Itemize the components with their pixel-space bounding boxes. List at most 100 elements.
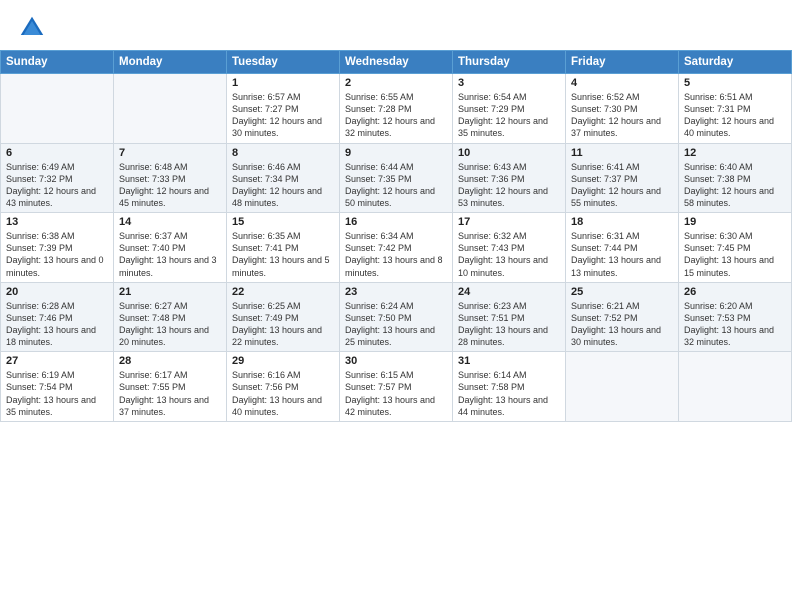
day-info: Sunrise: 6:40 AMSunset: 7:38 PMDaylight:…	[684, 161, 786, 210]
calendar-day-cell: 17 Sunrise: 6:32 AMSunset: 7:43 PMDayligh…	[453, 213, 566, 283]
day-info: Sunrise: 6:54 AMSunset: 7:29 PMDaylight:…	[458, 91, 560, 140]
calendar-day-cell: 7 Sunrise: 6:48 AMSunset: 7:33 PMDaylight…	[114, 143, 227, 213]
day-number: 2	[345, 77, 447, 89]
calendar-week-row: 13 Sunrise: 6:38 AMSunset: 7:39 PMDayligh…	[1, 213, 792, 283]
calendar-day-cell: 25 Sunrise: 6:21 AMSunset: 7:52 PMDayligh…	[566, 282, 679, 352]
day-number: 30	[345, 355, 447, 367]
day-info: Sunrise: 6:46 AMSunset: 7:34 PMDaylight:…	[232, 161, 334, 210]
day-info: Sunrise: 6:35 AMSunset: 7:41 PMDaylight:…	[232, 230, 334, 279]
day-info: Sunrise: 6:32 AMSunset: 7:43 PMDaylight:…	[458, 230, 560, 279]
day-number: 29	[232, 355, 334, 367]
calendar-day-cell: 10 Sunrise: 6:43 AMSunset: 7:36 PMDayligh…	[453, 143, 566, 213]
day-info: Sunrise: 6:25 AMSunset: 7:49 PMDaylight:…	[232, 300, 334, 349]
calendar-day-cell: 2 Sunrise: 6:55 AMSunset: 7:28 PMDaylight…	[340, 74, 453, 144]
day-number: 28	[119, 355, 221, 367]
calendar-day-cell: 15 Sunrise: 6:35 AMSunset: 7:41 PMDayligh…	[227, 213, 340, 283]
day-info: Sunrise: 6:51 AMSunset: 7:31 PMDaylight:…	[684, 91, 786, 140]
day-number: 20	[6, 286, 108, 298]
calendar-day-cell: 5Sunrise: 6:51 AMSunset: 7:31 PMDaylight…	[679, 74, 792, 144]
calendar-day-cell	[679, 352, 792, 422]
day-number: 11	[571, 147, 673, 159]
day-info: Sunrise: 6:15 AMSunset: 7:57 PMDaylight:…	[345, 369, 447, 418]
logo-icon	[18, 14, 46, 42]
day-info: Sunrise: 6:31 AMSunset: 7:44 PMDaylight:…	[571, 230, 673, 279]
day-number: 27	[6, 355, 108, 367]
calendar-day-cell: 3 Sunrise: 6:54 AMSunset: 7:29 PMDaylight…	[453, 74, 566, 144]
day-number: 6	[6, 147, 108, 159]
day-info: Sunrise: 6:14 AMSunset: 7:58 PMDaylight:…	[458, 369, 560, 418]
day-number: 13	[6, 216, 108, 228]
calendar-day-cell: 29 Sunrise: 6:16 AMSunset: 7:56 PMDayligh…	[227, 352, 340, 422]
header	[0, 0, 792, 48]
calendar-day-cell: 22 Sunrise: 6:25 AMSunset: 7:49 PMDayligh…	[227, 282, 340, 352]
calendar-day-cell: 31Sunrise: 6:14 AMSunset: 7:58 PMDayligh…	[453, 352, 566, 422]
calendar-day-cell: 11 Sunrise: 6:41 AMSunset: 7:37 PMDayligh…	[566, 143, 679, 213]
day-info: Sunrise: 6:41 AMSunset: 7:37 PMDaylight:…	[571, 161, 673, 210]
calendar-day-header: Saturday	[679, 51, 792, 74]
calendar-day-cell: 14 Sunrise: 6:37 AMSunset: 7:40 PMDayligh…	[114, 213, 227, 283]
day-number: 7	[119, 147, 221, 159]
day-number: 17	[458, 216, 560, 228]
calendar-day-cell	[1, 74, 114, 144]
day-info: Sunrise: 6:27 AMSunset: 7:48 PMDaylight:…	[119, 300, 221, 349]
day-number: 3	[458, 77, 560, 89]
day-number: 4	[571, 77, 673, 89]
calendar-day-cell: 8 Sunrise: 6:46 AMSunset: 7:34 PMDaylight…	[227, 143, 340, 213]
day-number: 8	[232, 147, 334, 159]
calendar-day-header: Thursday	[453, 51, 566, 74]
day-number: 18	[571, 216, 673, 228]
calendar-day-cell: 28 Sunrise: 6:17 AMSunset: 7:55 PMDayligh…	[114, 352, 227, 422]
page: SundayMondayTuesdayWednesdayThursdayFrid…	[0, 0, 792, 612]
day-number: 26	[684, 286, 786, 298]
day-info: Sunrise: 6:21 AMSunset: 7:52 PMDaylight:…	[571, 300, 673, 349]
day-info: Sunrise: 6:24 AMSunset: 7:50 PMDaylight:…	[345, 300, 447, 349]
day-info: Sunrise: 6:19 AMSunset: 7:54 PMDaylight:…	[6, 369, 108, 418]
day-info: Sunrise: 6:34 AMSunset: 7:42 PMDaylight:…	[345, 230, 447, 279]
calendar-day-cell: 9Sunrise: 6:44 AMSunset: 7:35 PMDaylight…	[340, 143, 453, 213]
calendar-day-header: Monday	[114, 51, 227, 74]
day-number: 1	[232, 77, 334, 89]
calendar-day-cell: 6 Sunrise: 6:49 AMSunset: 7:32 PMDaylight…	[1, 143, 114, 213]
day-info: Sunrise: 6:55 AMSunset: 7:28 PMDaylight:…	[345, 91, 447, 140]
calendar-day-cell: 20Sunrise: 6:28 AMSunset: 7:46 PMDayligh…	[1, 282, 114, 352]
calendar-week-row: 6 Sunrise: 6:49 AMSunset: 7:32 PMDaylight…	[1, 143, 792, 213]
calendar-day-cell: 12 Sunrise: 6:40 AMSunset: 7:38 PMDayligh…	[679, 143, 792, 213]
calendar-day-cell: 1Sunrise: 6:57 AMSunset: 7:27 PMDaylight…	[227, 74, 340, 144]
calendar-day-header: Sunday	[1, 51, 114, 74]
day-info: Sunrise: 6:48 AMSunset: 7:33 PMDaylight:…	[119, 161, 221, 210]
day-info: Sunrise: 6:23 AMSunset: 7:51 PMDaylight:…	[458, 300, 560, 349]
day-number: 16	[345, 216, 447, 228]
day-info: Sunrise: 6:49 AMSunset: 7:32 PMDaylight:…	[6, 161, 108, 210]
day-info: Sunrise: 6:16 AMSunset: 7:56 PMDaylight:…	[232, 369, 334, 418]
calendar-day-cell: 21 Sunrise: 6:27 AMSunset: 7:48 PMDayligh…	[114, 282, 227, 352]
day-number: 15	[232, 216, 334, 228]
calendar-day-cell: 26 Sunrise: 6:20 AMSunset: 7:53 PMDayligh…	[679, 282, 792, 352]
calendar-day-cell: 30 Sunrise: 6:15 AMSunset: 7:57 PMDayligh…	[340, 352, 453, 422]
calendar-day-header: Wednesday	[340, 51, 453, 74]
calendar-week-row: 1Sunrise: 6:57 AMSunset: 7:27 PMDaylight…	[1, 74, 792, 144]
calendar-header-row: SundayMondayTuesdayWednesdayThursdayFrid…	[1, 51, 792, 74]
day-info: Sunrise: 6:17 AMSunset: 7:55 PMDaylight:…	[119, 369, 221, 418]
calendar-day-cell	[566, 352, 679, 422]
day-info: Sunrise: 6:43 AMSunset: 7:36 PMDaylight:…	[458, 161, 560, 210]
calendar-day-cell: 23 Sunrise: 6:24 AMSunset: 7:50 PMDayligh…	[340, 282, 453, 352]
logo	[18, 14, 50, 42]
day-number: 14	[119, 216, 221, 228]
calendar-day-cell: 4 Sunrise: 6:52 AMSunset: 7:30 PMDaylight…	[566, 74, 679, 144]
calendar-day-cell	[114, 74, 227, 144]
calendar-day-header: Friday	[566, 51, 679, 74]
day-info: Sunrise: 6:52 AMSunset: 7:30 PMDaylight:…	[571, 91, 673, 140]
day-info: Sunrise: 6:30 AMSunset: 7:45 PMDaylight:…	[684, 230, 786, 279]
day-number: 21	[119, 286, 221, 298]
calendar-day-cell: 24 Sunrise: 6:23 AMSunset: 7:51 PMDayligh…	[453, 282, 566, 352]
day-number: 12	[684, 147, 786, 159]
day-number: 19	[684, 216, 786, 228]
day-number: 24	[458, 286, 560, 298]
day-number: 23	[345, 286, 447, 298]
day-number: 22	[232, 286, 334, 298]
day-info: Sunrise: 6:37 AMSunset: 7:40 PMDaylight:…	[119, 230, 221, 279]
day-info: Sunrise: 6:20 AMSunset: 7:53 PMDaylight:…	[684, 300, 786, 349]
day-number: 10	[458, 147, 560, 159]
day-number: 25	[571, 286, 673, 298]
day-info: Sunrise: 6:38 AMSunset: 7:39 PMDaylight:…	[6, 230, 108, 279]
